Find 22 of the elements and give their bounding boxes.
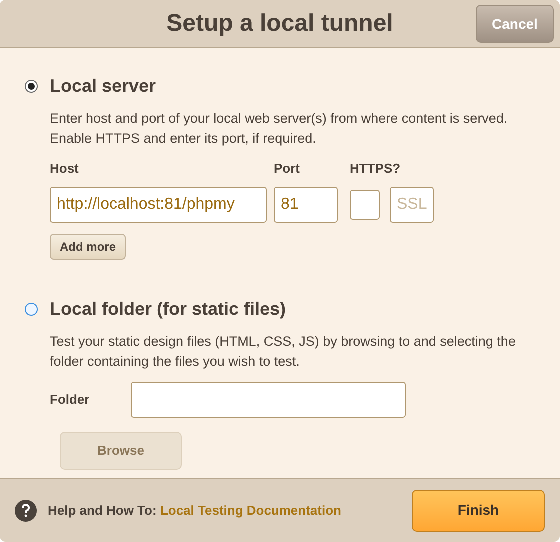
dialog-title: Setup a local tunnel xyxy=(166,8,394,38)
radio-button[interactable] xyxy=(25,302,38,316)
finish-button[interactable]: Finish xyxy=(412,490,545,532)
option-label: Local folder (for static files) xyxy=(50,298,286,321)
https-label: HTTPS? xyxy=(350,160,402,178)
port-label: Port xyxy=(274,160,301,178)
https-checkbox[interactable] xyxy=(350,190,380,220)
port-field[interactable]: 81 xyxy=(274,186,338,222)
option-description: Enter host and port of your local web server(s) from where content is served. Enable HTTPS and enter its port, if required. xyxy=(50,110,509,148)
help-text: Help and How To: Local Testing Documentation xyxy=(48,502,342,520)
option-label: Local server xyxy=(50,75,156,98)
folder-label: Folder xyxy=(50,390,91,409)
host-field[interactable]: http://localhost:81/phpmy xyxy=(50,186,267,222)
add-more-button[interactable]: Add more xyxy=(50,234,126,260)
radio-button[interactable] xyxy=(25,80,38,93)
help-icon[interactable] xyxy=(15,500,37,522)
option-description: Test your static design files (HTML, CSS, JS) by browsing to and selecting the folder containing the files you wish to test. xyxy=(50,332,517,371)
cancel-button[interactable]: Cancel xyxy=(476,5,554,43)
ssl-port-field[interactable]: SSL xyxy=(390,186,434,222)
folder-field[interactable] xyxy=(131,382,406,418)
host-label: Host xyxy=(50,160,80,178)
documentation-link[interactable]: Local Testing Documentation xyxy=(160,502,342,518)
